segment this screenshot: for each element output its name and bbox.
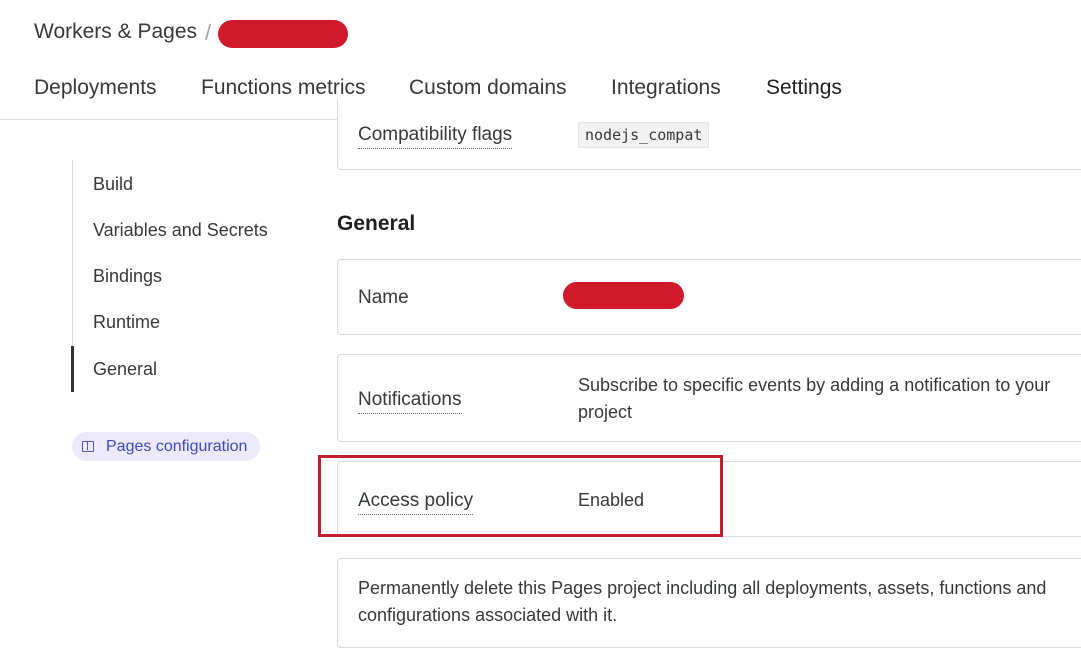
compatibility-flags-value: nodejs_compat — [578, 122, 710, 148]
sidebar-item-variables-and-secrets[interactable]: Variables and Secrets — [93, 220, 268, 241]
sidebar-item-general[interactable]: General — [93, 359, 157, 380]
delete-project-description: Permanently delete this Pages project in… — [358, 578, 1047, 625]
sidebar-item-build[interactable]: Build — [93, 174, 133, 195]
project-name-value-redacted — [563, 282, 684, 309]
sidebar-active-indicator — [71, 346, 74, 392]
compatibility-flags-label[interactable]: Compatibility flags — [358, 124, 513, 149]
book-icon — [82, 441, 94, 452]
general-heading: General — [337, 212, 416, 235]
tab-deployments[interactable]: Deployments — [34, 76, 157, 110]
name-label: Name — [358, 287, 409, 308]
pages-configuration-link[interactable]: Pages configuration — [72, 432, 260, 461]
breadcrumb-separator: / — [205, 20, 212, 45]
pages-configuration-label: Pages configuration — [106, 437, 248, 455]
sidebar-item-bindings[interactable]: Bindings — [93, 266, 162, 287]
sidebar-item-runtime[interactable]: Runtime — [93, 312, 160, 333]
notifications-description: Subscribe to specific events by adding a… — [578, 375, 1051, 422]
notifications-label[interactable]: Notifications — [358, 389, 462, 414]
access-policy-highlight — [318, 455, 723, 537]
name-card — [337, 259, 1081, 335]
project-name-redacted — [218, 20, 348, 48]
breadcrumb-root[interactable]: Workers & Pages — [34, 20, 197, 44]
